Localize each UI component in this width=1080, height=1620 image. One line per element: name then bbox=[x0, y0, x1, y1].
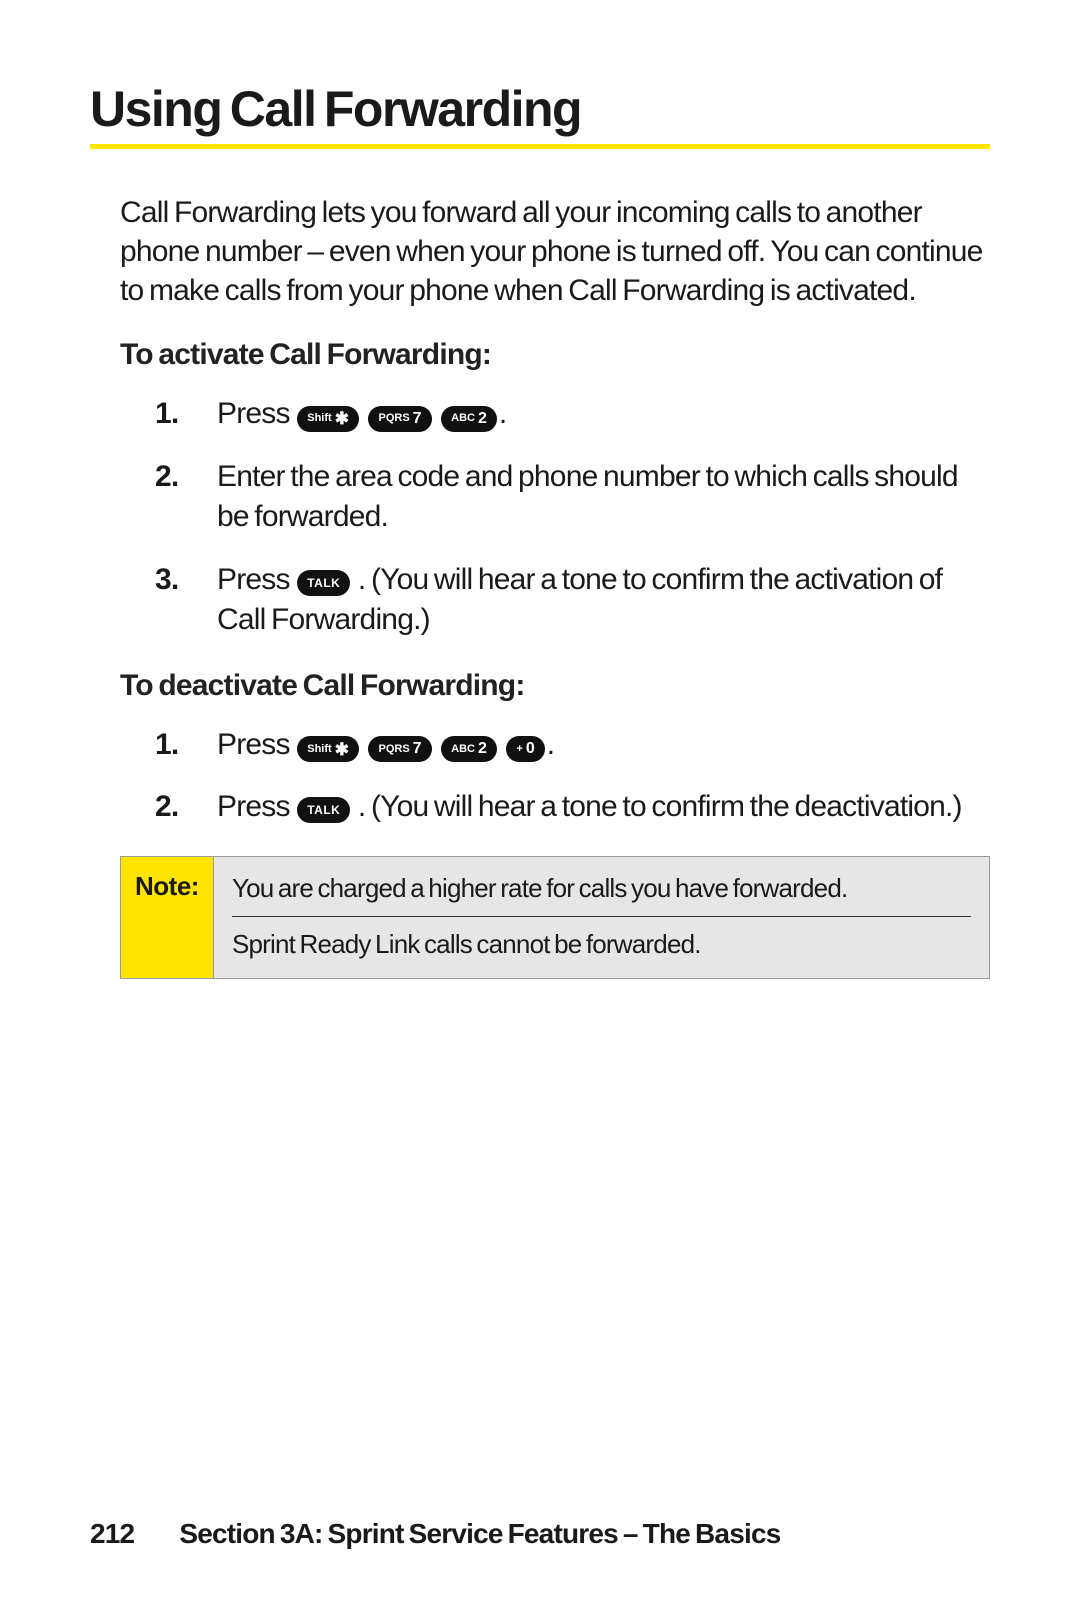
key-talk-icon: TALK bbox=[297, 570, 350, 596]
key-2-icon: ABC2 bbox=[441, 736, 497, 762]
section-title: Section 3A: Sprint Service Features – Th… bbox=[179, 1518, 780, 1549]
period: . bbox=[547, 728, 555, 761]
period: . bbox=[499, 397, 507, 430]
note-box: Note: You are charged a higher rate for … bbox=[120, 856, 990, 979]
deactivate-step-1: Press Shift✱ PQRS7 ABC2 +0. bbox=[155, 725, 990, 766]
key-shift-star-icon: Shift✱ bbox=[297, 736, 359, 762]
key-7-icon: PQRS7 bbox=[368, 406, 431, 432]
key-2-icon: ABC2 bbox=[441, 406, 497, 432]
deactivate-step-2: Press TALK . (You will hear a tone to co… bbox=[155, 787, 990, 828]
key-talk-icon: TALK bbox=[297, 797, 350, 823]
key-7-icon: PQRS7 bbox=[368, 736, 431, 762]
page-number: 212 bbox=[90, 1518, 134, 1549]
manual-page: Using Call Forwarding Call Forwarding le… bbox=[0, 0, 1080, 1620]
press-label: Press bbox=[217, 563, 290, 596]
note-line-1: You are charged a higher rate for calls … bbox=[232, 871, 971, 916]
note-label: Note: bbox=[121, 857, 214, 978]
activate-heading: To activate Call Forwarding: bbox=[120, 338, 990, 372]
deactivate-heading: To deactivate Call Forwarding: bbox=[120, 669, 990, 703]
press-label: Press bbox=[217, 790, 290, 823]
page-title: Using Call Forwarding bbox=[90, 80, 990, 138]
title-underline bbox=[90, 144, 990, 149]
activate-steps: Press Shift✱ PQRS7 ABC2. Enter the area … bbox=[155, 394, 990, 641]
note-separator bbox=[232, 916, 971, 917]
note-content: You are charged a higher rate for calls … bbox=[214, 857, 989, 978]
page-footer: 212 Section 3A: Sprint Service Features … bbox=[90, 1518, 781, 1550]
note-line-2: Sprint Ready Link calls cannot be forwar… bbox=[232, 927, 971, 962]
press-label: Press bbox=[217, 397, 290, 430]
step-rest: . (You will hear a tone to confirm the d… bbox=[358, 790, 962, 823]
key-0-icon: +0 bbox=[506, 736, 544, 762]
intro-paragraph: Call Forwarding lets you forward all you… bbox=[120, 193, 990, 310]
deactivate-steps: Press Shift✱ PQRS7 ABC2 +0. Press TALK .… bbox=[155, 725, 990, 828]
activate-step-1: Press Shift✱ PQRS7 ABC2. bbox=[155, 394, 990, 435]
press-label: Press bbox=[217, 728, 290, 761]
activate-step-2: Enter the area code and phone number to … bbox=[155, 457, 990, 538]
key-shift-star-icon: Shift✱ bbox=[297, 406, 359, 432]
activate-step-3: Press TALK . (You will hear a tone to co… bbox=[155, 560, 990, 641]
